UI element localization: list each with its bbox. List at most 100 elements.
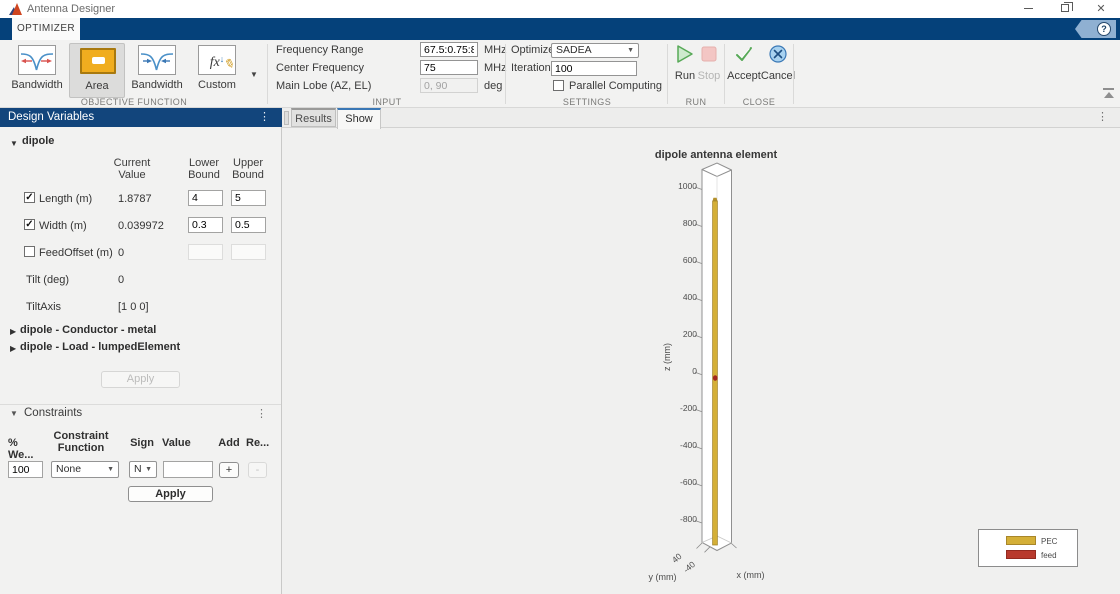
group-separator [505, 44, 506, 104]
parallel-computing-label: Parallel Computing [569, 80, 662, 92]
toolstrip-ribbon: Bandwidth Area Bandwidth fx↓ ✎ Custom ▼ … [0, 40, 1120, 108]
variable-row-tiltaxis: TiltAxis [1 0 0] [0, 297, 281, 319]
z-tick-label: -800 [679, 513, 697, 524]
help-icon: ? [1097, 22, 1111, 36]
z-tick-label: 600 [682, 254, 697, 265]
matlab-logo-icon [9, 3, 22, 15]
help-button[interactable]: ? [1075, 20, 1116, 38]
x-axis-label: x (mm) [736, 570, 765, 580]
title-bar: Antenna Designer ✕ [0, 0, 1120, 18]
restore-button[interactable] [1050, 0, 1080, 18]
variable-row-feedoffset: FeedOffset (m) 0 [0, 243, 281, 265]
tree-item-conductor[interactable]: dipole - Conductor - metal [20, 324, 156, 336]
bandwidth-narrow-icon [138, 45, 176, 75]
dipole-group-label[interactable]: dipole [22, 135, 54, 147]
area-icon [80, 48, 116, 74]
minimize-button[interactable] [1013, 0, 1043, 18]
tab-optimizer[interactable]: OPTIMIZER [12, 18, 80, 40]
column-header-value: Value [162, 437, 191, 449]
variable-name: Width (m) [39, 220, 87, 232]
objective-custom-button[interactable]: fx↓ ✎ Custom [189, 43, 245, 98]
center-frequency-input[interactable] [420, 60, 478, 75]
check-icon [736, 47, 752, 61]
expand-caret-icon[interactable]: ▶ [10, 327, 16, 336]
width-upper-bound-input[interactable] [231, 217, 266, 233]
viewer-panel [282, 108, 1120, 594]
column-header-sign: Sign [130, 437, 154, 449]
constraint-function-dropdown[interactable]: None ▼ [51, 461, 119, 478]
tab-results[interactable]: Results [291, 108, 336, 127]
column-header-weight: % We... [8, 437, 34, 461]
frequency-range-input[interactable] [420, 42, 478, 57]
button-label: Area [85, 80, 109, 92]
width-checkbox[interactable]: ✓ [24, 219, 35, 230]
constraint-value-input[interactable] [163, 461, 213, 478]
variable-name: Tilt (deg) [26, 274, 69, 286]
panel-menu-icon[interactable]: ⋮ [256, 409, 267, 420]
variable-name: Length (m) [39, 193, 93, 205]
objective-bandwidth-widen-button[interactable]: Bandwidth [9, 43, 65, 98]
width-lower-bound-input[interactable] [188, 217, 223, 233]
tree-item-load[interactable]: dipole - Load - lumpedElement [20, 341, 180, 353]
chevron-down-icon: ▼ [107, 466, 114, 473]
variable-current-value: 0 [118, 274, 125, 286]
add-constraint-button[interactable]: + [219, 462, 239, 478]
length-checkbox[interactable]: ✓ [24, 192, 35, 203]
feedoffset-upper-bound-input [231, 244, 266, 260]
expand-caret-icon[interactable]: ▶ [10, 344, 16, 353]
objective-area-button[interactable]: Area [69, 43, 125, 98]
group-separator [724, 44, 725, 104]
viewer-tab-bar: Results Show ⋮ [282, 108, 1120, 129]
close-button[interactable]: ✕ [1086, 0, 1116, 18]
optimizer-dropdown[interactable]: SADEA ▼ [551, 43, 639, 58]
window-title: Antenna Designer [27, 3, 116, 15]
fx-pencil-icon: fx↓ ✎ [198, 45, 236, 75]
button-label: Bandwidth [11, 79, 63, 91]
sign-dropdown[interactable]: N ▼ [129, 461, 157, 478]
column-header-lower-bound: Lower Bound [188, 157, 220, 181]
length-upper-bound-input[interactable] [231, 190, 266, 206]
collapse-caret-icon[interactable]: ▼ [10, 139, 18, 148]
z-tick-label: -200 [679, 402, 697, 413]
tab-show[interactable]: Show [337, 108, 381, 129]
cancel-button[interactable] [769, 45, 787, 63]
constraints-header: ▼ Constraints ⋮ [0, 405, 281, 423]
frequency-range-unit: MHz [484, 44, 507, 56]
panel-menu-icon[interactable]: ⋮ [259, 112, 270, 123]
design-variables-title: Design Variables [8, 111, 95, 123]
group-separator [667, 44, 668, 104]
length-lower-bound-input[interactable] [188, 190, 223, 206]
z-tick-label: 400 [682, 291, 697, 302]
plot-title: dipole antenna element [654, 149, 778, 161]
group-label-settings: SETTINGS [562, 97, 612, 107]
variable-name: TiltAxis [26, 301, 62, 313]
panel-splitter-handle[interactable] [284, 111, 289, 125]
legend-label-pec: PEC [1041, 537, 1058, 546]
parallel-computing-checkbox[interactable] [553, 80, 564, 91]
column-header-upper-bound: Upper Bound [232, 157, 264, 181]
collapse-caret-icon[interactable]: ▼ [10, 409, 18, 418]
viewer-menu-icon[interactable]: ⋮ [1097, 112, 1108, 123]
constraints-apply-button[interactable]: Apply [128, 486, 213, 502]
legend-swatch-feed [1006, 550, 1036, 559]
group-separator [793, 44, 794, 104]
variable-current-value: 0 [118, 247, 125, 259]
iterations-input[interactable] [551, 61, 637, 76]
run-button[interactable] [675, 44, 695, 64]
chevron-down-icon: ▼ [145, 466, 152, 473]
feedoffset-checkbox[interactable] [24, 246, 35, 257]
z-tick-label: 1000 [678, 180, 697, 191]
z-axis-label: z (mm) [662, 343, 672, 371]
iterations-label: Iterations [511, 62, 557, 74]
main-lobe-unit: deg [484, 80, 503, 92]
antenna-designer-app: Antenna Designer ✕ OPTIMIZER ? Bandwidth [0, 0, 1120, 594]
weight-input[interactable] [8, 461, 43, 478]
accept-button[interactable] [735, 45, 753, 63]
collapse-ribbon-button[interactable] [1102, 88, 1116, 100]
group-label-objective: OBJECTIVE FUNCTION [80, 97, 188, 107]
center-frequency-label: Center Frequency [276, 62, 365, 74]
constraints-title: Constraints [24, 407, 83, 419]
column-header-constraint-function: Constraint Function [53, 430, 109, 454]
objective-gallery-dropdown-button[interactable]: ▼ [247, 68, 261, 82]
objective-bandwidth-narrow-button[interactable]: Bandwidth [129, 43, 185, 98]
